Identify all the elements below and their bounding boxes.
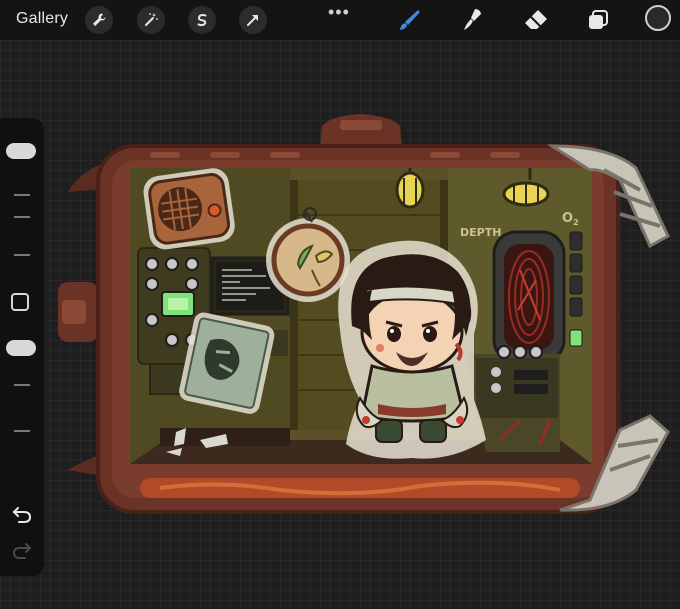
- layers-icon: [589, 10, 608, 29]
- depth-gauge: [492, 230, 566, 364]
- submarine-top-hatch: [320, 114, 402, 148]
- character-sticker: [338, 240, 486, 459]
- redo-icon: [12, 543, 32, 559]
- slider-tick: [14, 216, 30, 218]
- eraser-icon: [525, 10, 547, 29]
- transform-button[interactable]: [239, 6, 267, 34]
- redo-button[interactable]: [10, 538, 34, 562]
- brush-icon: [400, 10, 420, 30]
- smudge-icon: [464, 9, 481, 30]
- brush-tool-button[interactable]: [396, 6, 424, 34]
- brush-size-thumb[interactable]: [6, 143, 36, 159]
- smudge-tool-button[interactable]: [458, 6, 486, 34]
- undo-icon: [12, 507, 32, 523]
- radio-sticker: [143, 168, 235, 250]
- undo-button[interactable]: [10, 502, 34, 526]
- o2-label-sub: 2: [573, 218, 579, 227]
- slider-tick: [14, 430, 30, 432]
- wrench-icon: [93, 13, 106, 26]
- color-picker-button[interactable]: [645, 5, 671, 31]
- brush-size-slider[interactable]: [0, 136, 44, 286]
- blood-pool: [140, 478, 580, 498]
- top-toolbar: Gallery •••: [0, 0, 680, 40]
- more-options-button[interactable]: •••: [328, 2, 350, 23]
- slider-tick: [14, 254, 30, 256]
- transform-arrow-icon: [247, 15, 258, 26]
- actions-wrench-button[interactable]: [85, 6, 113, 34]
- eraser-tool-button[interactable]: [522, 6, 550, 34]
- selection-button[interactable]: [188, 6, 216, 34]
- slider-tick: [14, 384, 30, 386]
- opacity-slider[interactable]: [0, 336, 44, 436]
- o2-label-main: O: [562, 211, 573, 226]
- canvas-artwork[interactable]: DEPTH O2: [0, 0, 680, 609]
- modify-button[interactable]: [11, 293, 29, 311]
- depth-label: DEPTH: [460, 226, 501, 239]
- layers-button[interactable]: [584, 6, 612, 34]
- gallery-button[interactable]: Gallery: [16, 10, 68, 28]
- adjustments-button[interactable]: [137, 6, 165, 34]
- opacity-thumb[interactable]: [6, 340, 36, 356]
- left-sidebar: [0, 118, 44, 576]
- selection-icon: [197, 14, 207, 27]
- magic-wand-icon: [145, 13, 158, 26]
- slider-tick: [14, 194, 30, 196]
